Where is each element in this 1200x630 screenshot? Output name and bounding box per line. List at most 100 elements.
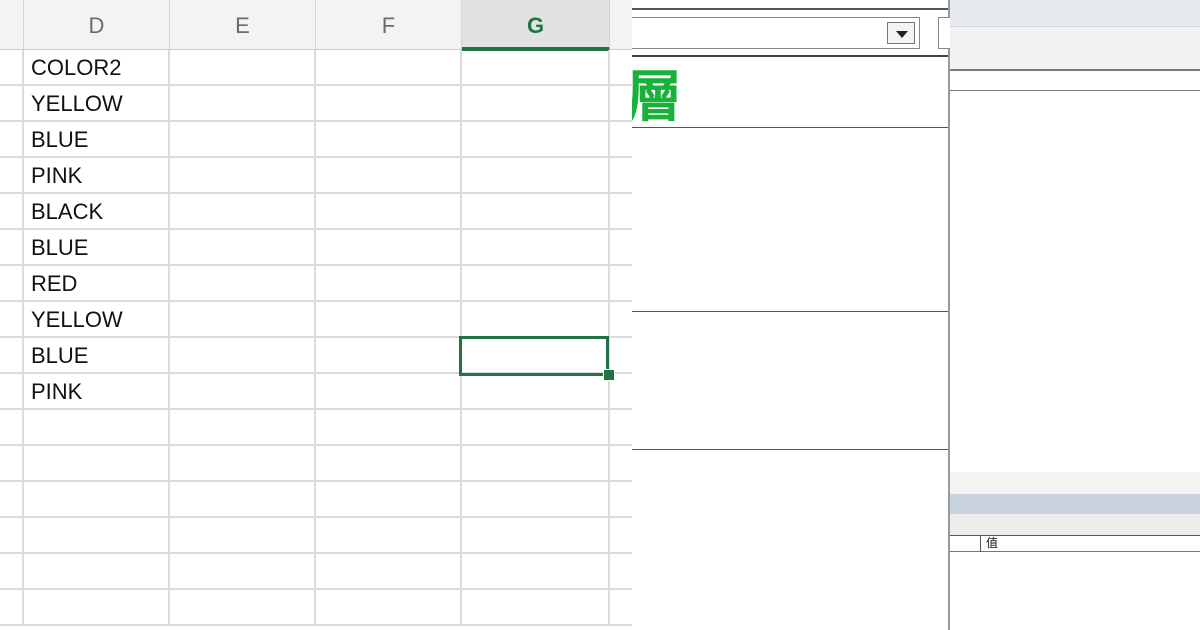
column-header-c[interactable] <box>0 0 24 49</box>
cell-f[interactable] <box>316 194 462 228</box>
cell[interactable] <box>0 50 24 84</box>
cell-g[interactable] <box>462 590 610 624</box>
cell[interactable] <box>0 446 24 480</box>
active-cell-selection[interactable] <box>459 336 609 376</box>
cell-e[interactable] <box>170 446 316 480</box>
cell-g[interactable] <box>462 122 610 156</box>
cell[interactable] <box>0 194 24 228</box>
cell-e[interactable] <box>170 590 316 624</box>
cell-f[interactable] <box>316 590 462 624</box>
cell-g[interactable] <box>462 50 610 84</box>
cell-e[interactable] <box>170 374 316 408</box>
cell-h[interactable] <box>610 302 632 336</box>
cell-d[interactable] <box>24 590 170 624</box>
column-header-f[interactable]: F <box>316 0 462 49</box>
cell-d[interactable]: BLACK <box>24 194 170 228</box>
cell-h[interactable] <box>610 122 632 156</box>
cell-g[interactable] <box>462 374 610 408</box>
cell-f[interactable] <box>316 554 462 588</box>
cell-d[interactable]: BLUE <box>24 230 170 264</box>
cell-g[interactable] <box>462 158 610 192</box>
cell-h[interactable] <box>610 266 632 300</box>
cell-e[interactable] <box>170 410 316 444</box>
cell-e[interactable] <box>170 482 316 516</box>
cell-h[interactable] <box>610 50 632 84</box>
cell-e[interactable] <box>170 518 316 552</box>
cell-e[interactable] <box>170 194 316 228</box>
cell-d[interactable]: RED <box>24 266 170 300</box>
cell-f[interactable] <box>316 482 462 516</box>
cell[interactable] <box>0 410 24 444</box>
cell-h[interactable] <box>610 410 632 444</box>
cell-d[interactable] <box>24 518 170 552</box>
cell-h[interactable] <box>610 338 632 372</box>
cell-d[interactable] <box>24 482 170 516</box>
cell-f[interactable] <box>316 338 462 372</box>
cell[interactable] <box>0 518 24 552</box>
cell-d[interactable]: YELLOW <box>24 302 170 336</box>
cell-e[interactable] <box>170 302 316 336</box>
cell-f[interactable] <box>316 86 462 120</box>
cell-d[interactable] <box>24 554 170 588</box>
cell[interactable] <box>0 230 24 264</box>
cell-e[interactable] <box>170 230 316 264</box>
cell[interactable] <box>0 122 24 156</box>
cell-g[interactable] <box>462 554 610 588</box>
chevron-down-icon[interactable] <box>887 22 915 44</box>
cell-g[interactable] <box>462 194 610 228</box>
cell[interactable] <box>0 338 24 372</box>
cell-e[interactable] <box>170 122 316 156</box>
cell-f[interactable] <box>316 410 462 444</box>
column-header-h[interactable] <box>610 0 632 49</box>
cell-f[interactable] <box>316 50 462 84</box>
column-header-g[interactable]: G <box>462 0 610 51</box>
cell-d[interactable]: BLUE <box>24 122 170 156</box>
cell-g[interactable] <box>462 410 610 444</box>
cell-g[interactable] <box>462 446 610 480</box>
cell-d[interactable]: PINK <box>24 158 170 192</box>
cell-h[interactable] <box>610 554 632 588</box>
column-header-e[interactable]: E <box>170 0 316 49</box>
cell-d[interactable]: PINK <box>24 374 170 408</box>
cell-f[interactable] <box>316 122 462 156</box>
cell-h[interactable] <box>610 590 632 624</box>
cell-h[interactable] <box>610 158 632 192</box>
cell-f[interactable] <box>316 374 462 408</box>
cell[interactable] <box>0 374 24 408</box>
fill-handle[interactable] <box>603 369 615 381</box>
cell-f[interactable] <box>316 266 462 300</box>
cell-f[interactable] <box>316 302 462 336</box>
cell-d[interactable]: COLOR2 <box>24 50 170 84</box>
cell-h[interactable] <box>610 518 632 552</box>
cell-g[interactable] <box>462 518 610 552</box>
cell-f[interactable] <box>316 230 462 264</box>
cell[interactable] <box>0 482 24 516</box>
cell-d[interactable] <box>24 410 170 444</box>
cell-e[interactable] <box>170 50 316 84</box>
cell[interactable] <box>0 266 24 300</box>
cell-g[interactable] <box>462 86 610 120</box>
cell-d[interactable]: YELLOW <box>24 86 170 120</box>
cell-e[interactable] <box>170 266 316 300</box>
cell-h[interactable] <box>610 194 632 228</box>
cell-h[interactable] <box>610 482 632 516</box>
cell-h[interactable] <box>610 86 632 120</box>
cell-f[interactable] <box>316 158 462 192</box>
cell-g[interactable] <box>462 302 610 336</box>
cell-g[interactable] <box>462 266 610 300</box>
cell-h[interactable] <box>610 230 632 264</box>
cell[interactable] <box>0 302 24 336</box>
cell-e[interactable] <box>170 158 316 192</box>
cell[interactable] <box>0 86 24 120</box>
cell-f[interactable] <box>316 518 462 552</box>
dropdown-select[interactable] <box>632 17 920 49</box>
cell[interactable] <box>0 590 24 624</box>
column-header-d[interactable]: D <box>24 0 170 49</box>
cell-e[interactable] <box>170 338 316 372</box>
cell-f[interactable] <box>316 446 462 480</box>
cell-g[interactable] <box>462 482 610 516</box>
cell-e[interactable] <box>170 86 316 120</box>
cell-h[interactable] <box>610 446 632 480</box>
cell-d[interactable]: BLUE <box>24 338 170 372</box>
cell-g[interactable] <box>462 230 610 264</box>
